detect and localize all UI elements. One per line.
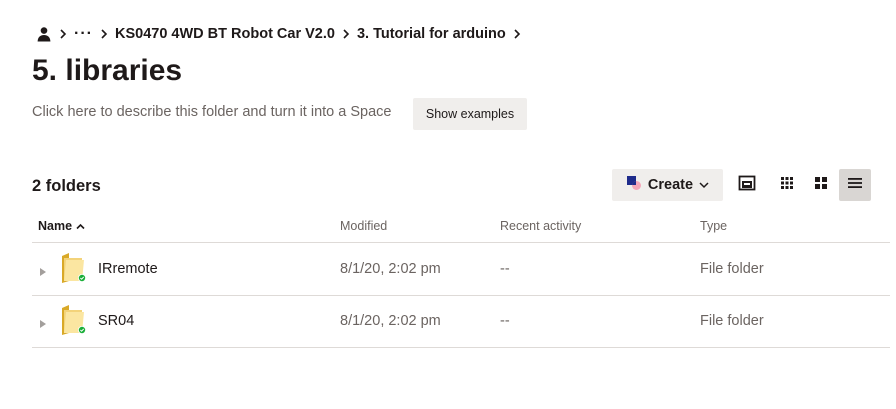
breadcrumb-item-tutorial[interactable]: 3. Tutorial for arduino xyxy=(357,26,506,42)
column-header-recent-activity[interactable]: Recent activity xyxy=(500,218,581,234)
recent-activity: -- xyxy=(500,261,510,277)
table-header: Name Modified Recent activity Type xyxy=(32,212,890,243)
modified-date: 8/1/20, 2:02 pm xyxy=(340,313,441,329)
folder-count: 2 folders xyxy=(32,177,101,195)
column-header-modified[interactable]: Modified xyxy=(340,218,387,234)
table-row[interactable]: SR04 8/1/20, 2:02 pm -- File folder xyxy=(32,295,890,348)
file-type: File folder xyxy=(700,313,764,329)
breadcrumb-item-robot-car[interactable]: KS0470 4WD BT Robot Car V2.0 xyxy=(115,26,335,42)
breadcrumb: ··· KS0470 4WD BT Robot Car V2.0 3. Tuto… xyxy=(36,24,528,44)
column-header-type[interactable]: Type xyxy=(700,218,727,234)
chevron-right-icon xyxy=(342,29,350,39)
show-examples-button[interactable]: Show examples xyxy=(413,98,527,130)
create-icon xyxy=(626,175,642,195)
column-header-name[interactable]: Name xyxy=(38,218,85,234)
grid-view-large-button[interactable] xyxy=(805,169,837,201)
folder-description-prompt[interactable]: Click here to describe this folder and t… xyxy=(32,103,391,121)
chevron-right-icon xyxy=(513,29,521,39)
chevron-down-icon xyxy=(699,177,709,193)
sort-ascending-icon xyxy=(76,218,85,234)
expand-arrow-icon[interactable] xyxy=(40,263,46,281)
chevron-right-icon xyxy=(59,29,67,39)
file-name[interactable]: SR04 xyxy=(98,312,134,330)
column-header-name-label: Name xyxy=(38,219,73,233)
list-view-button[interactable] xyxy=(839,169,871,201)
chevron-right-icon xyxy=(100,29,108,39)
page-title: 5. libraries xyxy=(32,54,183,87)
large-grid-icon xyxy=(815,176,827,194)
folder-icon xyxy=(58,252,88,289)
folder-icon xyxy=(58,304,88,341)
modified-date: 8/1/20, 2:02 pm xyxy=(340,261,441,277)
file-type: File folder xyxy=(700,261,764,277)
list-icon xyxy=(848,176,862,194)
save-to-device-button[interactable] xyxy=(731,169,763,201)
small-grid-icon xyxy=(781,176,793,194)
expand-arrow-icon[interactable] xyxy=(40,315,46,333)
create-label: Create xyxy=(647,177,694,193)
user-icon[interactable] xyxy=(36,26,52,42)
table-row[interactable]: IRremote 8/1/20, 2:02 pm -- File folder xyxy=(32,243,890,296)
file-name[interactable]: IRremote xyxy=(98,260,158,278)
grid-view-small-button[interactable] xyxy=(771,169,803,201)
hard-drive-icon xyxy=(738,175,756,196)
breadcrumb-ellipsis[interactable]: ··· xyxy=(74,25,93,43)
create-button[interactable]: Create xyxy=(612,169,723,201)
recent-activity: -- xyxy=(500,313,510,329)
